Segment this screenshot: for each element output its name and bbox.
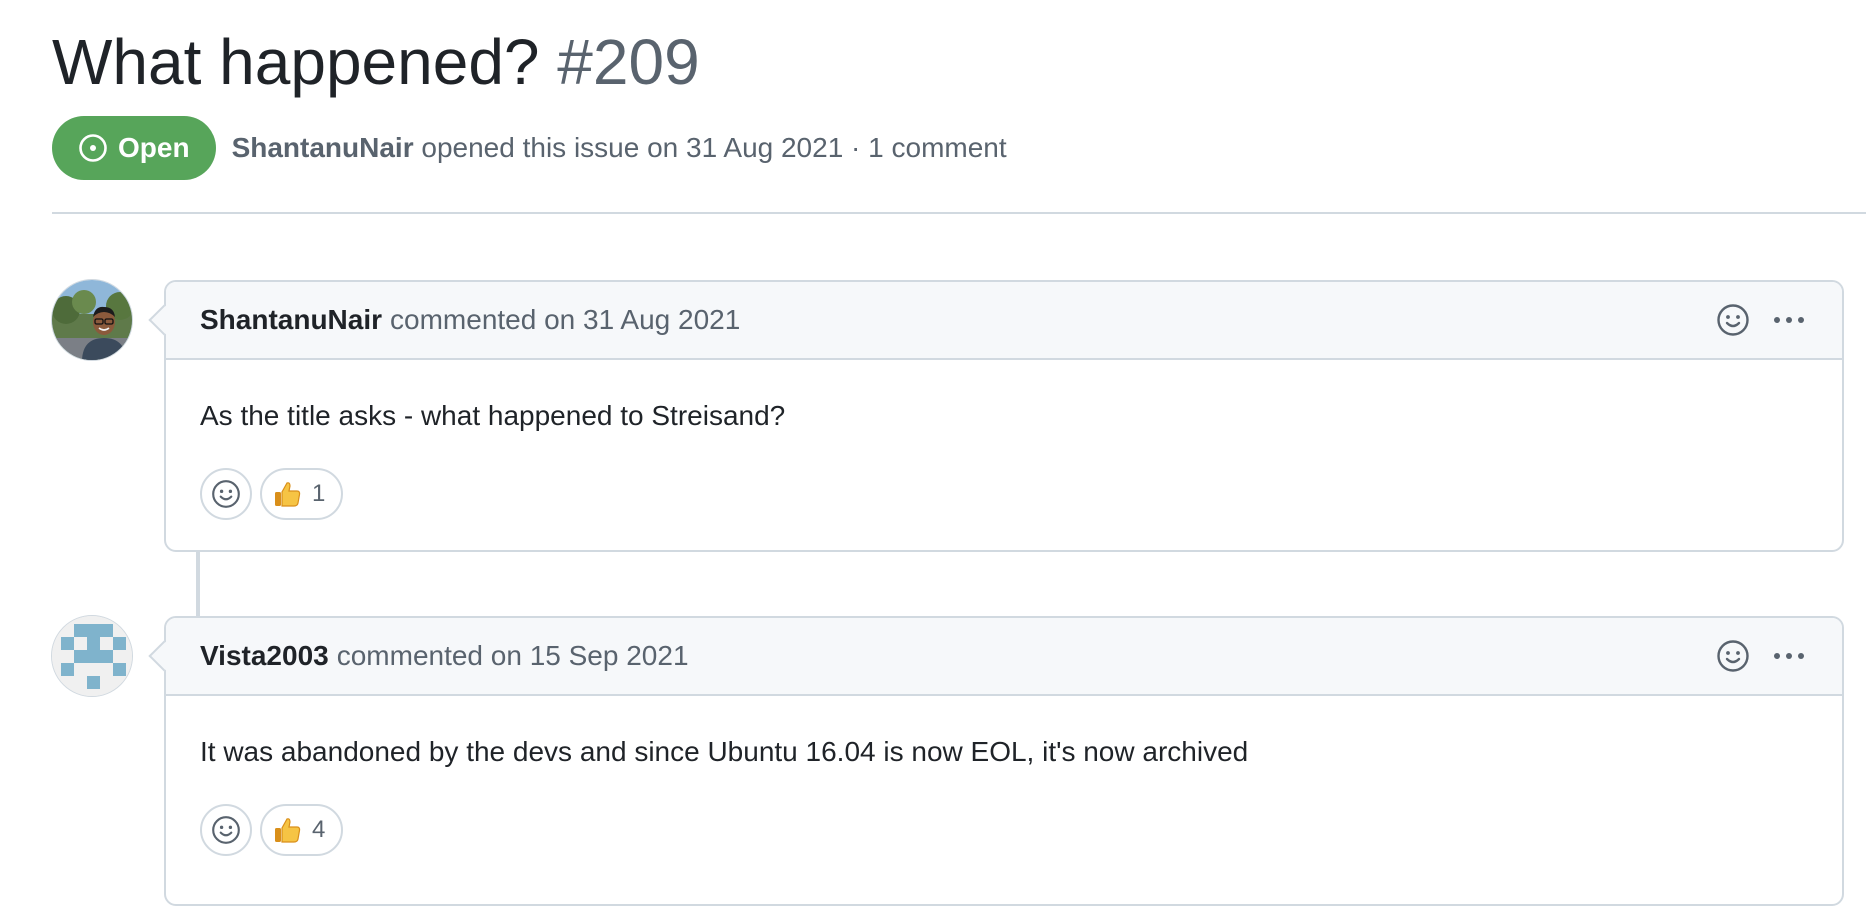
comment-author-link[interactable]: Vista2003: [200, 640, 329, 672]
comment-timestamp[interactable]: commented on 15 Sep 2021: [337, 640, 689, 672]
issue-meta-text: ShantanuNair opened this issue on 31 Aug…: [232, 132, 1007, 164]
thumbs-up-icon: [275, 482, 301, 507]
add-reaction-button[interactable]: [200, 468, 252, 520]
smiley-icon[interactable]: [1716, 303, 1750, 337]
smiley-icon: [212, 480, 240, 508]
comment-body: It was abandoned by the devs and since U…: [200, 736, 1249, 767]
comment-header-actions: [1716, 282, 1806, 358]
comment-header-actions: [1716, 618, 1806, 694]
comment-card: ShantanuNair commented on 31 Aug 2021 As…: [164, 280, 1844, 552]
issue-title: What happened? #209: [52, 22, 700, 102]
avatar[interactable]: [51, 279, 133, 361]
comment-body: As the title asks - what happened to Str…: [200, 400, 786, 431]
issue-state-label: Open: [118, 132, 190, 163]
identicon-avatar-icon: [52, 616, 132, 696]
issue-title-text: What happened?: [52, 26, 540, 98]
avatar[interactable]: [51, 615, 133, 697]
issue-page: What happened? #209 Open ShantanuNair op…: [0, 0, 1866, 906]
issue-meta: Open ShantanuNair opened this issue on 3…: [52, 116, 1007, 180]
reaction-count: 4: [312, 816, 326, 843]
reaction-count: 1: [312, 480, 326, 507]
thumbs-up-reaction-button[interactable]: 1: [260, 468, 344, 520]
comment-timestamp[interactable]: commented on 31 Aug 2021: [390, 304, 740, 336]
comment-header: Vista2003 commented on 15 Sep 2021: [166, 618, 1842, 696]
issue-number: #209: [557, 26, 700, 98]
timeline-connector: [196, 552, 200, 616]
comment-author-link[interactable]: ShantanuNair: [200, 304, 382, 336]
thumbs-up-reaction-button[interactable]: 4: [260, 804, 344, 856]
kebab-horizontal-icon[interactable]: [1772, 651, 1806, 661]
issue-opened-text: opened this issue on 31 Aug 2021 · 1 com…: [421, 132, 1007, 163]
comment-card: Vista2003 commented on 15 Sep 2021 It wa…: [164, 616, 1844, 906]
kebab-horizontal-icon[interactable]: [1772, 315, 1806, 325]
issue-state-badge: Open: [52, 116, 216, 180]
smiley-icon: [212, 816, 240, 844]
comment-header: ShantanuNair commented on 31 Aug 2021: [166, 282, 1842, 360]
photo-avatar-icon: [52, 280, 132, 360]
add-reaction-button[interactable]: [200, 804, 252, 856]
smiley-icon[interactable]: [1716, 639, 1750, 673]
issue-opened-icon: [78, 133, 108, 163]
reactions-bar: 4: [166, 770, 1842, 856]
issue-author-link[interactable]: ShantanuNair: [232, 132, 414, 163]
header-divider: [52, 212, 1866, 214]
reactions-bar: 1: [166, 434, 1842, 520]
thumbs-up-icon: [275, 818, 301, 843]
